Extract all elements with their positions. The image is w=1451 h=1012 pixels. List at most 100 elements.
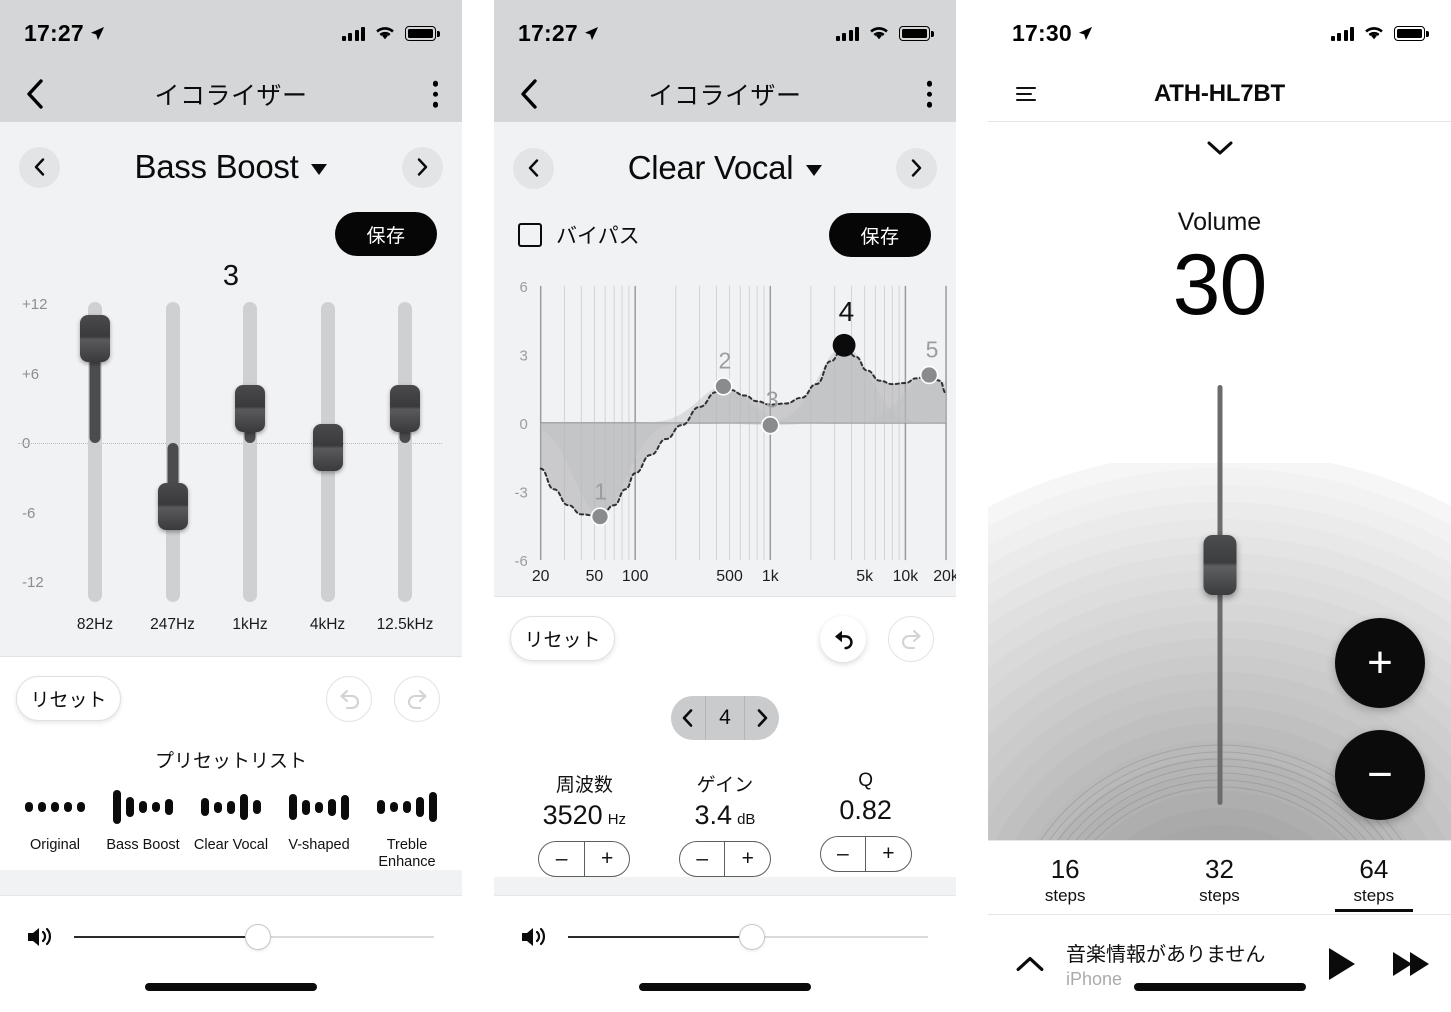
slider-thumb[interactable] xyxy=(390,384,420,432)
more-options-button[interactable] xyxy=(926,80,932,108)
preset-prev-button[interactable] xyxy=(19,146,60,188)
battery-icon xyxy=(1394,25,1429,41)
eq-band-slider[interactable] xyxy=(370,302,440,602)
reset-button[interactable]: リセット xyxy=(510,616,615,661)
back-button[interactable] xyxy=(514,79,544,109)
volume-vertical-slider[interactable] xyxy=(1200,385,1240,805)
slider-thumb[interactable] xyxy=(235,384,265,432)
step-option[interactable]: 32 steps xyxy=(1142,841,1296,914)
parameter-increment-button[interactable]: + xyxy=(583,842,630,876)
preset-name-dropdown[interactable]: Bass Boost xyxy=(135,148,328,186)
volume-down-button[interactable]: − xyxy=(1335,730,1425,820)
preset-list-title: プリセットリスト xyxy=(154,751,307,772)
eq-point-label: 4 xyxy=(838,295,855,327)
reset-button[interactable]: リセット xyxy=(16,676,121,721)
slider-thumb[interactable] xyxy=(1203,535,1236,595)
media-info: 音楽情報がありません iPhone xyxy=(1066,938,1315,990)
slider-rod xyxy=(1217,385,1222,805)
preset-item[interactable]: Original xyxy=(12,787,98,870)
status-bar: 17:27 xyxy=(0,0,462,66)
nav-bar: イコライザー xyxy=(494,66,956,122)
step-option[interactable]: 64 steps xyxy=(1297,841,1451,914)
status-indicators xyxy=(835,25,934,41)
fast-forward-icon[interactable] xyxy=(1393,951,1429,976)
bypass-checkbox[interactable] xyxy=(518,223,542,247)
parameter-increment-button[interactable]: + xyxy=(865,837,911,871)
preset-item[interactable]: Clear Vocal xyxy=(188,787,274,870)
band-frequency-label: 1kHz xyxy=(232,616,268,633)
parameter-stepper[interactable]: – + xyxy=(819,836,912,872)
collapse-row[interactable] xyxy=(988,122,1451,174)
parameter-stepper[interactable]: – + xyxy=(678,841,771,877)
volume-track-fill xyxy=(74,936,258,938)
axis-label-plus6: +6 xyxy=(22,366,40,383)
eq-band-slider[interactable] xyxy=(293,302,363,602)
status-time: 17:27 xyxy=(518,19,578,46)
undo-button[interactable] xyxy=(820,615,866,662)
parameter-decrement-button[interactable]: – xyxy=(680,842,725,876)
volume-slider-knob[interactable] xyxy=(738,924,765,950)
eq-band-slider[interactable] xyxy=(138,302,208,602)
screenshot-root: 17:27 イコライザー Bass Boost 保存 3 +12 +6 0 -6… xyxy=(0,0,1451,1012)
parameter-stepper[interactable]: – + xyxy=(538,841,631,877)
band-stepper[interactable]: 4 xyxy=(671,696,779,740)
preset-item[interactable]: Treble Enhance xyxy=(364,787,450,870)
volume-slider[interactable] xyxy=(74,924,434,950)
parameter-label: ゲイン xyxy=(696,775,754,796)
volume-bar xyxy=(0,895,462,1012)
preset-next-button[interactable] xyxy=(896,147,937,189)
step-selector: 16 steps 32 steps 64 steps xyxy=(988,840,1451,914)
parameter-decrement-button[interactable]: – xyxy=(821,837,866,871)
band-prev-button[interactable] xyxy=(671,696,705,740)
chevron-left-icon xyxy=(521,79,537,109)
preset-item[interactable]: V-shaped xyxy=(276,787,362,870)
volume-track-fill xyxy=(568,936,752,938)
preset-item[interactable]: Bass Boost xyxy=(100,787,186,870)
step-unit: steps xyxy=(1199,885,1240,905)
slider-thumb[interactable] xyxy=(157,483,188,531)
preset-selector: Bass Boost xyxy=(0,122,462,212)
wifi-icon xyxy=(376,27,394,40)
eq-band-slider[interactable] xyxy=(215,302,285,602)
preset-shape-icon xyxy=(25,787,85,827)
save-button[interactable]: 保存 xyxy=(829,213,931,257)
preset-prev-button[interactable] xyxy=(513,147,554,189)
bypass-control[interactable]: バイパス xyxy=(518,220,640,250)
cellular-signal-icon xyxy=(341,26,365,41)
redo-button[interactable] xyxy=(394,675,440,722)
volume-slider-knob[interactable] xyxy=(244,924,271,950)
volume-row xyxy=(494,896,956,950)
eq-response-graph[interactable]: 6 3 0 -3 -6 20 50 100 500 1k 5k 10k 20k 1 2 3 4 5 xyxy=(494,264,956,594)
svg-text:50: 50 xyxy=(586,568,604,585)
parameter-unit: dB xyxy=(737,811,756,828)
toolbar: リセット xyxy=(0,656,462,740)
redo-button[interactable] xyxy=(888,615,934,662)
back-button[interactable] xyxy=(20,79,50,109)
eq-band-slider[interactable] xyxy=(60,302,130,602)
preset-next-button[interactable] xyxy=(402,146,443,188)
selected-band-value: 3 xyxy=(222,260,240,292)
more-options-button[interactable] xyxy=(432,80,438,108)
play-icon[interactable] xyxy=(1329,947,1355,980)
history-buttons xyxy=(820,615,934,662)
hamburger-icon[interactable] xyxy=(1016,86,1036,101)
nav-bar: イコライザー xyxy=(0,66,462,122)
eq-graph-svg: 6 3 0 -3 -620 50 100 500 1k 5k 10k 20k xyxy=(494,264,956,592)
parameter-increment-button[interactable]: + xyxy=(724,842,770,876)
save-button[interactable]: 保存 xyxy=(335,212,437,256)
preset-name-dropdown[interactable]: Clear Vocal xyxy=(628,149,823,187)
volume-up-button[interactable]: + xyxy=(1335,618,1425,708)
panel-divider-1 xyxy=(462,0,494,1012)
eq-point-label: 1 xyxy=(594,478,608,505)
volume-slider[interactable] xyxy=(568,924,928,950)
slider-track xyxy=(243,302,257,602)
parameter-decrement-button[interactable]: – xyxy=(539,842,584,876)
chevron-up-icon[interactable] xyxy=(1016,956,1044,972)
slider-thumb[interactable] xyxy=(312,424,343,472)
preset-selector: Clear Vocal xyxy=(494,122,956,214)
slider-thumb[interactable] xyxy=(80,315,110,363)
undo-button[interactable] xyxy=(326,675,372,722)
step-option[interactable]: 16 steps xyxy=(988,841,1142,914)
band-next-button[interactable] xyxy=(745,696,779,740)
chevron-right-icon xyxy=(757,709,767,727)
